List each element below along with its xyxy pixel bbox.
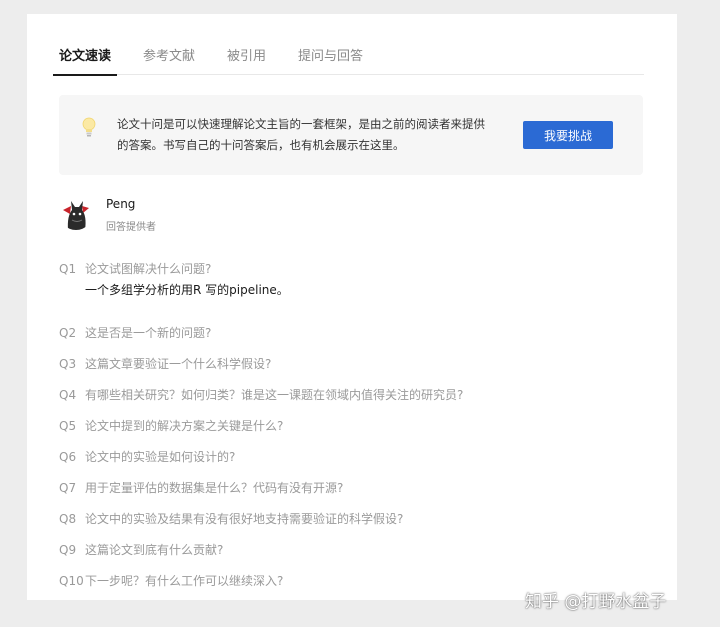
question-text: 有哪些相关研究？如何归类？谁是这一课题在领域内值得关注的研究员? — [85, 388, 464, 402]
question-text: 这是否是一个新的问题? — [85, 326, 212, 340]
tab-paper-quick-read[interactable]: 论文速读 — [52, 42, 118, 76]
question-number: Q7 — [59, 481, 77, 495]
tab-bar: 论文速读 参考文献 被引用 提问与回答 — [52, 42, 644, 76]
question-number: Q2 — [59, 326, 77, 340]
challenge-button[interactable]: 我要挑战 — [523, 121, 613, 149]
question-text: 论文中的实验是如何设计的? — [85, 450, 236, 464]
question-number: Q10 — [59, 574, 84, 588]
answer-text: 一个多组学分析的用R 写的pipeline。 — [85, 283, 289, 297]
question-number: Q8 — [59, 512, 77, 526]
avatar-image — [59, 196, 93, 230]
lightbulb-icon — [82, 117, 96, 137]
question-item: Q1 论文试图解决什么问题? — [59, 259, 649, 279]
question-number: Q6 — [59, 450, 77, 464]
avatar[interactable] — [59, 196, 93, 230]
question-item: Q8 论文中的实验及结果有没有很好地支持需要验证的科学假设? — [59, 509, 649, 540]
paper-card: 论文速读 参考文献 被引用 提问与回答 论文十问是可以快速理解论文主旨的一套框架… — [27, 14, 677, 600]
question-item: Q6 论文中的实验是如何设计的? — [59, 447, 649, 478]
question-number: Q9 — [59, 543, 77, 557]
question-number: Q1 — [59, 262, 77, 276]
question-item: Q4 有哪些相关研究？如何归类？谁是这一课题在领域内值得关注的研究员? — [59, 385, 649, 416]
question-item: Q9 这篇论文到底有什么贡献? — [59, 540, 649, 571]
banner-description: 论文十问是可以快速理解论文主旨的一套框架，是由之前的阅读者来提供 的答案。书写自… — [117, 114, 507, 156]
question-number: Q5 — [59, 419, 77, 433]
question-text: 论文试图解决什么问题? — [85, 262, 212, 276]
question-item: Q5 论文中提到的解决方案之关键是什么? — [59, 416, 649, 447]
question-text: 这篇论文到底有什么贡献? — [85, 543, 224, 557]
author-role: 回答提供者 — [106, 222, 156, 233]
question-item: Q2 这是否是一个新的问题? — [59, 323, 649, 354]
author-name[interactable]: Peng — [106, 197, 135, 211]
question-text: 下一步呢？有什么工作可以继续深入? — [85, 574, 284, 588]
question-list: Q1 论文试图解决什么问题? 一个多组学分析的用R 写的pipeline。 Q2 这… — [59, 259, 649, 602]
question-item: Q7 用于定量评估的数据集是什么？代码有没有开源? — [59, 478, 649, 509]
question-text: 这篇文章要验证一个什么科学假设? — [85, 357, 272, 371]
question-text: 论文中的实验及结果有没有很好地支持需要验证的科学假设? — [85, 512, 404, 526]
tab-references[interactable]: 参考文献 — [143, 42, 195, 75]
zhihu-watermark: 知乎 @打野水盆子 — [525, 592, 667, 612]
tab-cited-by[interactable]: 被引用 — [227, 42, 266, 75]
question-number: Q3 — [59, 357, 77, 371]
question-item: Q3 这篇文章要验证一个什么科学假设? — [59, 354, 649, 385]
challenge-banner: 论文十问是可以快速理解论文主旨的一套框架，是由之前的阅读者来提供 的答案。书写自… — [59, 95, 643, 175]
question-text: 用于定量评估的数据集是什么？代码有没有开源? — [85, 481, 344, 495]
question-number: Q4 — [59, 388, 77, 402]
tab-qa[interactable]: 提问与回答 — [298, 42, 363, 75]
banner-line-1: 论文十问是可以快速理解论文主旨的一套框架，是由之前的阅读者来提供 — [117, 117, 485, 131]
banner-line-2: 的答案。书写自己的十问答案后，也有机会展示在这里。 — [117, 138, 405, 152]
question-text: 论文中提到的解决方案之关键是什么? — [85, 419, 284, 433]
